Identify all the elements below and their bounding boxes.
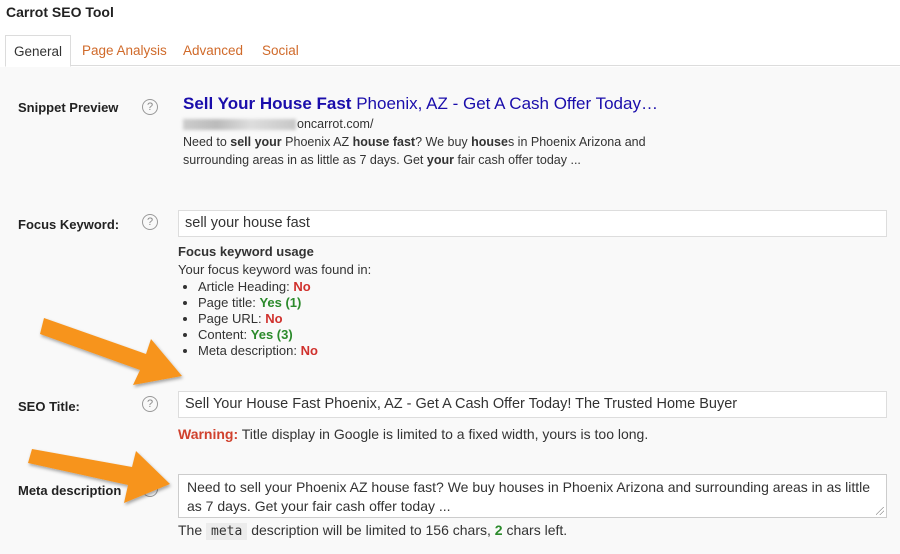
usage-item-label: Meta description: bbox=[198, 343, 301, 358]
snippet-url-text: oncarrot.com/ bbox=[297, 117, 374, 131]
help-icon[interactable]: ? bbox=[142, 214, 158, 230]
usage-item-page-title: Page title: Yes (1) bbox=[198, 295, 578, 311]
snippet-desc-keyword: house bbox=[471, 135, 508, 149]
help-icon[interactable]: ? bbox=[142, 396, 158, 412]
snippet-desc-keyword: house fast bbox=[352, 135, 416, 149]
meta-description-label: Meta description bbox=[18, 483, 122, 498]
char-note-text: The bbox=[178, 522, 207, 538]
usage-status-yes: Yes (3) bbox=[250, 327, 293, 342]
tab-page-analysis[interactable]: Page Analysis bbox=[82, 35, 167, 66]
snippet-preview-label: Snippet Preview bbox=[18, 100, 119, 115]
usage-item-page-url: Page URL: No bbox=[198, 311, 578, 327]
snippet-url: oncarrot.com/ bbox=[183, 117, 373, 131]
char-note-text: description will be limited to 156 chars… bbox=[247, 522, 495, 538]
chars-left-count: 2 bbox=[494, 522, 503, 538]
meta-char-limit-note: The meta description will be limited to … bbox=[178, 522, 568, 540]
usage-item-article-heading: Article Heading: No bbox=[198, 279, 578, 295]
usage-item-label: Page URL: bbox=[198, 311, 266, 326]
panel-title: Carrot SEO Tool bbox=[6, 4, 114, 20]
usage-status-no: No bbox=[300, 343, 318, 358]
usage-status-yes: Yes (1) bbox=[259, 295, 302, 310]
meta-description-value: Need to sell your Phoenix AZ house fast?… bbox=[187, 479, 871, 514]
focus-keyword-input[interactable]: sell your house fast bbox=[178, 210, 887, 237]
usage-item-meta-description: Meta description: No bbox=[198, 343, 578, 359]
usage-list: Article Heading: No Page title: Yes (1) … bbox=[178, 279, 578, 359]
usage-item-label: Page title: bbox=[198, 295, 260, 310]
warning-label: Warning: bbox=[178, 426, 239, 442]
snippet-desc-text: ? We buy bbox=[415, 135, 472, 149]
usage-item-label: Article Heading: bbox=[198, 279, 294, 294]
meta-description-textarea[interactable]: Need to sell your Phoenix AZ house fast?… bbox=[178, 474, 887, 518]
tab-advanced[interactable]: Advanced bbox=[183, 35, 243, 66]
snippet-title-rest: Phoenix, AZ - Get A Cash Offer Today… bbox=[351, 94, 658, 113]
snippet-desc-text: Phoenix AZ bbox=[281, 135, 353, 149]
char-note-text: chars left. bbox=[502, 522, 568, 538]
help-icon[interactable]: ? bbox=[142, 481, 158, 497]
snippet-desc-text: Need to bbox=[183, 135, 231, 149]
resize-grip-icon[interactable] bbox=[876, 507, 884, 515]
snippet-title: Sell Your House Fast Phoenix, AZ - Get A… bbox=[183, 94, 658, 114]
snippet-description: Need to sell your Phoenix AZ house fast?… bbox=[183, 133, 703, 169]
focus-keyword-label: Focus Keyword: bbox=[18, 217, 120, 232]
warning-text: Title display in Google is limited to a … bbox=[238, 426, 649, 442]
tab-social[interactable]: Social bbox=[262, 35, 299, 66]
usage-item-label: Content: bbox=[198, 327, 251, 342]
snippet-desc-keyword: your bbox=[426, 153, 454, 167]
tab-bar: General Page Analysis Advanced Social bbox=[5, 35, 900, 67]
seo-title-label: SEO Title: bbox=[18, 399, 80, 414]
seo-title-input[interactable]: Sell Your House Fast Phoenix, AZ - Get A… bbox=[178, 391, 887, 418]
general-tab-content: Snippet Preview ? Sell Your House Fast P… bbox=[0, 67, 900, 554]
usage-title: Focus keyword usage bbox=[178, 244, 314, 259]
redacted-url-blur bbox=[183, 119, 296, 131]
help-icon[interactable]: ? bbox=[142, 99, 158, 115]
usage-status-no: No bbox=[265, 311, 283, 326]
usage-item-content: Content: Yes (3) bbox=[198, 327, 578, 343]
usage-status-no: No bbox=[293, 279, 311, 294]
tab-general[interactable]: General bbox=[5, 35, 72, 67]
snippet-desc-text: fair cash offer today ... bbox=[453, 153, 581, 167]
seo-title-warning: Warning: Title display in Google is limi… bbox=[178, 426, 648, 442]
snippet-title-keyword: Sell Your House Fast bbox=[183, 94, 352, 113]
meta-code-tag: meta bbox=[206, 523, 248, 540]
snippet-desc-keyword: sell your bbox=[230, 135, 282, 149]
usage-intro: Your focus keyword was found in: bbox=[178, 262, 372, 277]
focus-keyword-usage: Focus keyword usage Your focus keyword w… bbox=[178, 243, 578, 359]
